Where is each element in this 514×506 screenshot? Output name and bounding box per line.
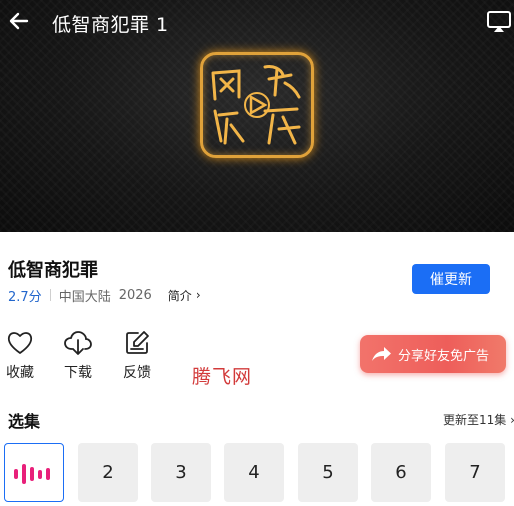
video-title: 低智商犯罪 1: [52, 14, 169, 36]
now-playing-bars-icon: [14, 463, 50, 484]
episode-item[interactable]: 6: [371, 443, 431, 502]
episode-item-playing[interactable]: [4, 443, 64, 502]
episodes-update-text: 更新至11集: [443, 413, 507, 427]
channel-logo-graphic: [211, 65, 301, 145]
back-arrow-icon[interactable]: [8, 10, 30, 32]
show-score: 2.7分: [8, 289, 42, 305]
show-region: 中国大陆: [58, 289, 111, 305]
cloud-download-icon: [64, 331, 92, 355]
watermark-text: 腾飞网: [192, 366, 253, 388]
feedback-button[interactable]: 反馈: [117, 330, 157, 382]
episode-item[interactable]: 5: [298, 443, 358, 502]
intro-link[interactable]: 简介: [168, 287, 192, 304]
favorite-button[interactable]: 收藏: [0, 330, 40, 382]
show-title: 低智商犯罪: [8, 260, 98, 281]
episode-item[interactable]: 2: [78, 443, 138, 502]
download-button[interactable]: 下载: [58, 330, 98, 382]
heart-icon: [7, 332, 33, 354]
episode-item[interactable]: 3: [151, 443, 211, 502]
urge-update-button[interactable]: 催更新: [412, 264, 490, 294]
share-label: 分享好友免广告: [398, 348, 490, 364]
show-year: 2026: [118, 287, 152, 303]
chevron-right-icon[interactable]: ›: [196, 288, 201, 302]
episodes-update-link[interactable]: 更新至11集 ›: [443, 411, 514, 428]
share-arrow-icon: [372, 347, 391, 361]
video-player[interactable]: 低智商犯罪 1: [0, 0, 514, 232]
share-ad-free-button[interactable]: 分享好友免广告: [360, 335, 506, 373]
chevron-right-icon: ›: [510, 413, 514, 427]
download-label: 下载: [64, 365, 92, 381]
channel-logo: [200, 52, 314, 158]
feedback-label: 反馈: [123, 365, 151, 381]
favorite-label: 收藏: [6, 365, 34, 381]
show-meta: 2.7分 中国大陆 2026 简介 ›: [8, 286, 201, 305]
cast-screen-icon[interactable]: [486, 10, 512, 34]
meta-divider: [49, 289, 51, 301]
episode-item[interactable]: 4: [224, 443, 284, 502]
episodes-section-title: 选集: [8, 412, 41, 431]
edit-note-icon: [126, 331, 149, 354]
episode-item[interactable]: 7: [445, 443, 505, 502]
